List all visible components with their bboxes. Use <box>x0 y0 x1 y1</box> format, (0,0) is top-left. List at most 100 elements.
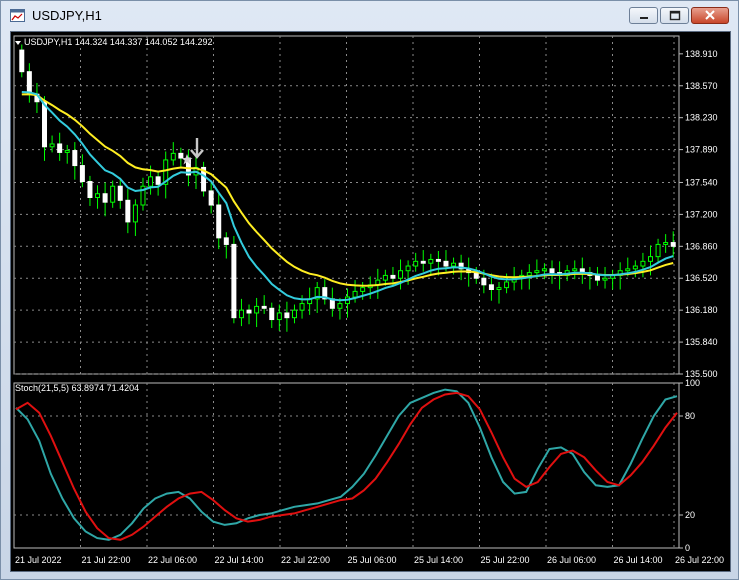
price-tick-label: 136.520 <box>685 273 718 283</box>
price-tick-label: 137.200 <box>685 209 718 219</box>
price-tick-label: 136.860 <box>685 241 718 251</box>
candle-body <box>451 262 457 267</box>
stoch-tick-label: 100 <box>685 378 700 388</box>
close-button[interactable] <box>691 7 729 24</box>
candle-body <box>504 281 510 289</box>
candle-body <box>102 193 108 203</box>
chart-client-area[interactable]: 138.910 138.570 138.230 137.890 137.540 137.2… <box>10 31 731 572</box>
time-tick-label: 22 Jul 22:00 <box>281 555 330 565</box>
candle-body <box>72 150 78 167</box>
candle-body <box>269 307 275 321</box>
close-icon <box>705 10 715 20</box>
candle-body <box>337 303 343 309</box>
stoch-header-text: Stoch(21,5,5) 63.8974 71.4204 <box>15 383 139 393</box>
candle-body <box>647 256 653 262</box>
stoch-main-line <box>15 388 678 541</box>
candle-body <box>594 274 600 281</box>
candle-body <box>299 303 305 311</box>
candle-body <box>534 270 540 274</box>
main-panel-header: USDJPY,H1 144.324 144.337 144.052 144.29… <box>15 37 213 47</box>
candle-body <box>382 274 388 281</box>
stoch-tick-label: 0 <box>685 543 690 553</box>
candle-body <box>49 143 55 148</box>
stoch-tick-label: 80 <box>685 411 695 421</box>
candle-body <box>435 258 441 262</box>
stoch-tick-label: 20 <box>685 510 695 520</box>
chart-window: USDJPY,H1 138.910 138.570 138.230 137.890 13… <box>0 0 739 580</box>
candle-body <box>640 260 646 267</box>
candle-body <box>360 287 366 292</box>
time-tick-label: 21 Jul 22:00 <box>82 555 131 565</box>
price-tick-label: 137.540 <box>685 177 718 187</box>
candle-body <box>352 290 358 298</box>
time-tick-label: 26 Jul 22:00 <box>675 555 724 565</box>
main-header-text: USDJPY,H1 144.324 144.337 144.052 144.29… <box>24 37 213 47</box>
candle-body <box>541 268 547 272</box>
grid-lines <box>13 35 680 549</box>
window-title: USDJPY,H1 <box>32 8 102 23</box>
candle-body <box>420 260 426 264</box>
minimize-button[interactable] <box>629 7 658 24</box>
candle-body <box>428 258 434 264</box>
time-axis: 21 Jul 2022 21 Jul 22:00 22 Jul 06:00 22 Ju… <box>15 555 724 565</box>
price-tick-label: 135.840 <box>685 337 718 347</box>
time-tick-label: 22 Jul 06:00 <box>148 555 197 565</box>
candle-body <box>670 242 676 247</box>
candle-body <box>64 150 70 153</box>
time-tick-label: 21 Jul 2022 <box>15 555 62 565</box>
candle-body <box>132 204 138 223</box>
candle-body <box>405 265 411 272</box>
time-tick-label: 22 Jul 14:00 <box>215 555 264 565</box>
candle-body <box>110 185 116 203</box>
collapse-triangle-icon[interactable] <box>15 41 21 45</box>
candle-body <box>178 152 184 159</box>
candle-body <box>19 49 25 73</box>
candle-body <box>26 71 32 95</box>
candle-body <box>655 243 661 258</box>
sell-arrow-icon <box>190 138 204 159</box>
candles <box>19 44 676 332</box>
price-tick-label: 138.570 <box>685 81 718 91</box>
price-tick-label: 138.230 <box>685 113 718 123</box>
candle-body <box>125 199 131 223</box>
candle-body <box>254 305 260 314</box>
candle-body <box>572 268 578 272</box>
price-axis: 138.910 138.570 138.230 137.890 137.540 137.2… <box>679 49 718 379</box>
candle-body <box>238 309 244 319</box>
time-tick-label: 26 Jul 06:00 <box>547 555 596 565</box>
candle-body <box>148 176 154 187</box>
candle-body <box>549 268 555 274</box>
chart-canvas[interactable]: 138.910 138.570 138.230 137.890 137.540 137.2… <box>11 32 730 571</box>
maximize-button[interactable] <box>660 7 689 24</box>
candle-body <box>117 185 123 201</box>
candle-body <box>413 260 419 267</box>
candle-body <box>216 204 222 239</box>
price-tick-label: 137.890 <box>685 145 718 155</box>
price-tick-label: 138.910 <box>685 49 718 59</box>
candle-body <box>602 277 608 281</box>
time-tick-label: 25 Jul 06:00 <box>348 555 397 565</box>
candle-body <box>625 268 631 272</box>
stoch-axis: 100 80 20 0 <box>679 378 700 553</box>
candle-body <box>223 237 229 245</box>
title-bar[interactable]: USDJPY,H1 <box>1 1 738 31</box>
candle-body <box>291 309 297 319</box>
candle-body <box>481 277 487 286</box>
candle-body <box>246 309 252 314</box>
candle-body <box>496 287 502 291</box>
candle-body <box>155 176 161 185</box>
candle-body <box>95 193 101 198</box>
maximize-icon <box>669 10 681 21</box>
time-tick-label: 26 Jul 14:00 <box>614 555 663 565</box>
candle-body <box>284 312 290 319</box>
candle-body <box>488 284 494 291</box>
candle-body <box>170 152 176 161</box>
price-tick-label: 136.180 <box>685 305 718 315</box>
minimize-icon <box>640 17 648 19</box>
candle-body <box>398 270 404 279</box>
time-tick-label: 25 Jul 14:00 <box>414 555 463 565</box>
candle-body <box>390 274 396 279</box>
candle-body <box>261 305 267 309</box>
candle-body <box>276 312 282 321</box>
candle-body <box>87 181 93 198</box>
